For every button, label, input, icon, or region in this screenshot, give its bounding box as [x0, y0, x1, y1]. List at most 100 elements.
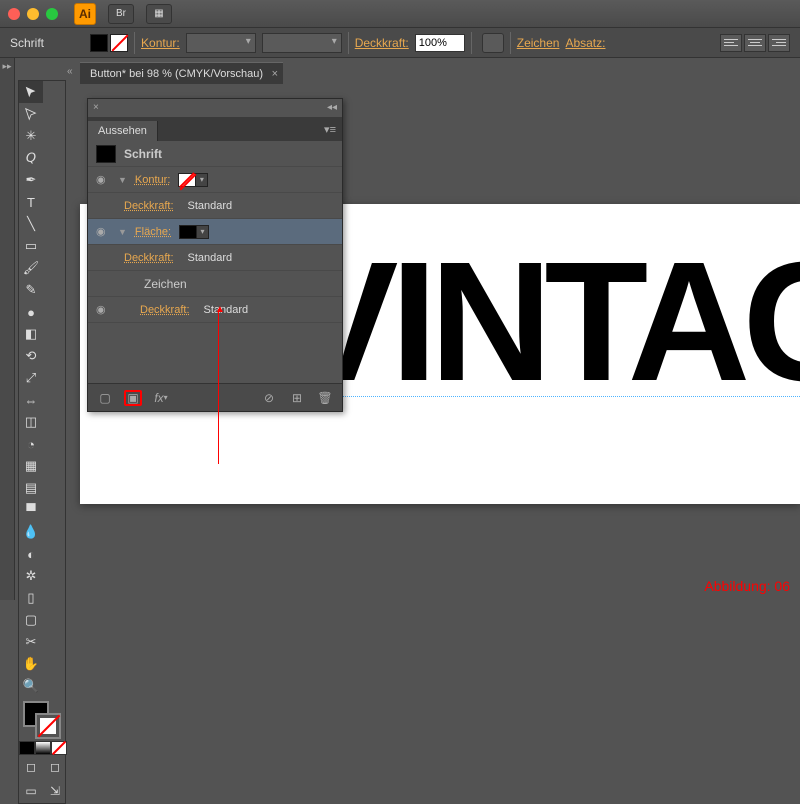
rectangle-tool[interactable]: ▭: [19, 235, 43, 257]
appearance-tab[interactable]: Aussehen: [88, 121, 158, 141]
eyedropper-tool[interactable]: 💧: [19, 521, 43, 543]
opacity-label-link[interactable]: Deckkraft:: [355, 36, 409, 50]
tab-scroll-icon[interactable]: «: [67, 66, 73, 77]
paragraph-panel-link[interactable]: Absatz:: [565, 36, 605, 50]
artboard-tool[interactable]: ▢: [19, 609, 43, 631]
opacity-value: Standard: [204, 304, 249, 316]
collapse-panel-icon[interactable]: ◂◂: [327, 102, 337, 113]
stroke-opacity-row[interactable]: Deckkraft: Standard: [88, 193, 342, 219]
fill-row[interactable]: ◉ ▼ Fläche: ▾: [88, 219, 342, 245]
character-panel-link[interactable]: Zeichen: [517, 36, 560, 50]
panel-header[interactable]: × ◂◂: [88, 99, 342, 117]
stroke-link[interactable]: Kontur:: [135, 174, 170, 186]
fill-opacity-row[interactable]: Deckkraft: Standard: [88, 245, 342, 271]
zoom-window-button[interactable]: [46, 8, 58, 20]
panel-menu-icon[interactable]: ▾≡: [324, 123, 336, 136]
draw-mode-buttons: ◻ ◻: [19, 755, 67, 779]
artwork-text[interactable]: VINTAGE: [285, 224, 800, 420]
draw-normal[interactable]: ◻: [19, 758, 43, 776]
draw-behind[interactable]: ◻: [43, 758, 67, 776]
selection-tool[interactable]: [19, 81, 43, 103]
expand-dock-icon[interactable]: ▸▸: [0, 58, 14, 72]
align-center-button[interactable]: [744, 34, 766, 52]
color-mode-none[interactable]: [51, 741, 67, 755]
color-mode-gradient[interactable]: [35, 741, 51, 755]
pencil-tool[interactable]: ✎: [19, 279, 43, 301]
paragraph-align-group: [720, 34, 790, 52]
fill-stroke-control[interactable]: [19, 699, 65, 741]
arrange-documents-button[interactable]: ▦: [146, 4, 172, 24]
opacity-link[interactable]: Deckkraft:: [124, 252, 174, 264]
separator: [510, 32, 511, 54]
recolor-artwork-button[interactable]: [482, 33, 504, 53]
new-fill-button[interactable]: ▣: [124, 390, 142, 406]
blend-tool[interactable]: ◐: [19, 543, 43, 565]
hand-tool[interactable]: ✋: [19, 653, 43, 675]
line-tool[interactable]: ╲: [19, 213, 43, 235]
magic-wand-tool[interactable]: ✳: [19, 125, 43, 147]
panel-dock-strip[interactable]: ▸▸: [0, 58, 15, 600]
rotate-tool[interactable]: ⟲: [19, 345, 43, 367]
type-tool[interactable]: T: [19, 191, 43, 213]
opacity-link[interactable]: Deckkraft:: [124, 200, 174, 212]
visibility-eye-icon[interactable]: ◉: [96, 173, 110, 186]
chip-dropdown-icon[interactable]: ▾: [196, 173, 208, 187]
stroke-color-chip[interactable]: ▾: [178, 173, 208, 187]
width-tool[interactable]: ⇔: [19, 389, 43, 411]
column-graph-tool[interactable]: ▯: [19, 587, 43, 609]
blob-brush-tool[interactable]: ●: [19, 301, 43, 323]
fill-color-chip[interactable]: ▾: [179, 225, 209, 239]
panel-tabs: Aussehen ▾≡: [88, 117, 342, 141]
screen-mode-button[interactable]: ▭: [19, 782, 43, 800]
characters-row[interactable]: Zeichen: [88, 271, 342, 297]
free-transform-tool[interactable]: ◫: [19, 411, 43, 433]
duplicate-item-button[interactable]: ⊞: [288, 390, 306, 406]
screen-mode-cycle[interactable]: ⇲: [43, 782, 67, 800]
minimize-window-button[interactable]: [27, 8, 39, 20]
perspective-grid-tool[interactable]: ▦: [19, 455, 43, 477]
stroke-swatch[interactable]: [110, 34, 128, 52]
close-window-button[interactable]: [8, 8, 20, 20]
lasso-tool[interactable]: 𝘘: [19, 147, 43, 169]
visibility-eye-icon[interactable]: ◉: [96, 225, 110, 238]
color-mode-solid[interactable]: [19, 741, 35, 755]
fill-stroke-swatches[interactable]: [90, 34, 128, 52]
document-tab[interactable]: Button* bei 98 % (CMYK/Vorschau) ×: [80, 62, 283, 84]
shape-builder-tool[interactable]: ◔: [19, 433, 43, 455]
paintbrush-tool[interactable]: 🖌: [19, 257, 43, 279]
direct-selection-tool[interactable]: [19, 103, 43, 125]
pen-tool[interactable]: ✒: [19, 169, 43, 191]
opacity-value: Standard: [188, 252, 233, 264]
symbol-sprayer-tool[interactable]: ✲: [19, 565, 43, 587]
opacity-input[interactable]: [415, 34, 465, 52]
stroke-weight-dropdown[interactable]: [186, 33, 256, 53]
add-effect-button[interactable]: fx▾: [152, 390, 170, 406]
disclosure-triangle-icon[interactable]: ▼: [118, 175, 127, 185]
gradient-tool[interactable]: ▀: [19, 499, 43, 521]
opacity-link[interactable]: Deckkraft:: [140, 304, 190, 316]
clear-appearance-button[interactable]: ⊘: [260, 390, 278, 406]
fill-link[interactable]: Fläche:: [135, 226, 171, 238]
mesh-tool[interactable]: ▤: [19, 477, 43, 499]
scale-tool[interactable]: ⤢: [19, 367, 43, 389]
slice-tool[interactable]: ✂: [19, 631, 43, 653]
close-tab-icon[interactable]: ×: [272, 68, 278, 80]
stroke-label-link[interactable]: Kontur:: [141, 36, 180, 50]
align-left-button[interactable]: [720, 34, 742, 52]
bridge-button[interactable]: Br: [108, 4, 134, 24]
close-panel-icon[interactable]: ×: [93, 102, 99, 113]
fill-swatch[interactable]: [90, 34, 108, 52]
chip-dropdown-icon[interactable]: ▾: [197, 225, 209, 239]
stroke-row[interactable]: ◉ ▼ Kontur: ▾: [88, 167, 342, 193]
visibility-eye-icon[interactable]: ◉: [96, 303, 110, 316]
appearance-target-row[interactable]: Schrift: [88, 141, 342, 167]
eraser-tool[interactable]: ◧: [19, 323, 43, 345]
delete-item-button[interactable]: 🗑: [316, 390, 334, 406]
align-right-button[interactable]: [768, 34, 790, 52]
separator: [471, 32, 472, 54]
brush-dropdown[interactable]: [262, 33, 342, 53]
stroke-color-box[interactable]: [35, 713, 61, 739]
new-stroke-button[interactable]: ▢: [96, 390, 114, 406]
disclosure-triangle-icon[interactable]: ▼: [118, 227, 127, 237]
zoom-tool[interactable]: 🔍: [19, 675, 43, 697]
